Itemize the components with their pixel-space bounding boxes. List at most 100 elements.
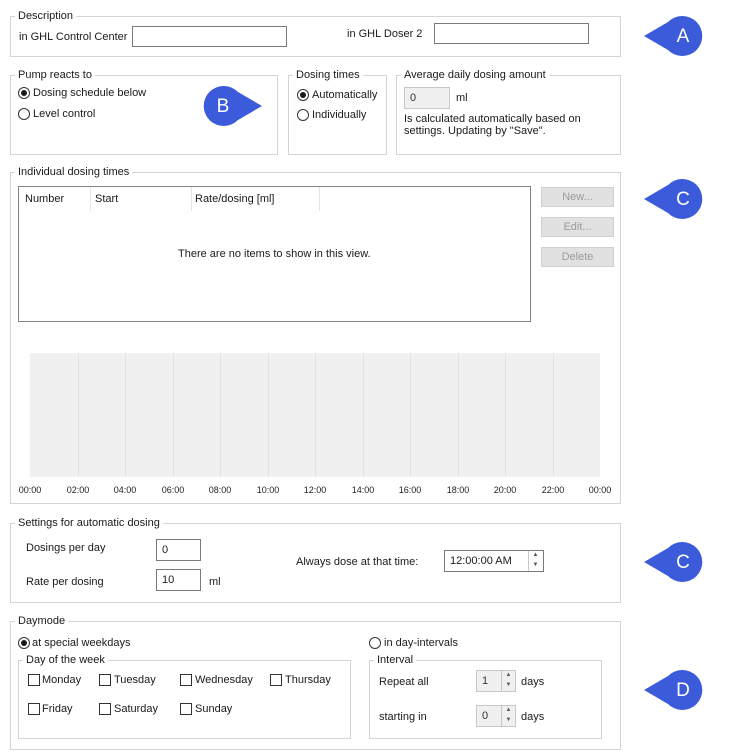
control-center-label: in GHL Control Center [19, 31, 128, 43]
timeline-tick-label: 00:00 [18, 485, 42, 495]
dosings-per-day-label: Dosings per day [26, 542, 106, 554]
checkbox-tuesday[interactable] [99, 674, 111, 686]
listview-header: Number Start Rate/dosing [ml] [19, 187, 320, 211]
timeline-tick-label: 18:00 [446, 485, 470, 495]
checkbox-monday-label[interactable]: Monday [42, 674, 81, 686]
checkbox-wednesday-label[interactable]: Wednesday [195, 674, 253, 686]
pump-legend: Pump reacts to [18, 69, 92, 81]
dosing-times-listview[interactable]: Number Start Rate/dosing [ml] There are … [18, 186, 531, 322]
average-legend: Average daily dosing amount [404, 69, 546, 81]
checkbox-saturday-label[interactable]: Saturday [114, 703, 158, 715]
radio-dosing-schedule[interactable] [18, 87, 30, 99]
daymode-legend: Daymode [18, 615, 66, 627]
radio-level-control[interactable] [18, 108, 30, 120]
spin-up-icon[interactable]: ▲ [502, 671, 515, 681]
timeline-tick-label: 20:00 [493, 485, 517, 495]
rate-per-dosing-input[interactable]: 10 [156, 569, 201, 591]
callout-c2-letter: C [676, 552, 690, 573]
timeline-gridline [125, 353, 126, 477]
spin-down-icon[interactable]: ▼ [502, 681, 515, 691]
column-header-rate[interactable]: Rate/dosing [ml] [195, 193, 274, 205]
spin-down-icon[interactable]: ▼ [502, 716, 515, 726]
timeline-gridline [220, 353, 221, 477]
timeline-tick-label: 14:00 [351, 485, 375, 495]
dosing-times-legend: Dosing times [296, 69, 360, 81]
interval-legend: Interval [377, 654, 414, 666]
auto-legend: Settings for automatic dosing [18, 517, 160, 529]
delete-button[interactable]: Delete [541, 247, 614, 267]
radio-day-intervals-label[interactable]: in day-intervals [384, 637, 458, 649]
control-center-input[interactable] [132, 26, 287, 47]
column-divider [319, 187, 320, 211]
timeline-tick-label: 16:00 [398, 485, 422, 495]
radio-dosing-schedule-label[interactable]: Dosing schedule below [33, 87, 146, 99]
callout-a: A [644, 16, 703, 57]
checkbox-monday[interactable] [28, 674, 40, 686]
callout-c1-letter: C [676, 189, 690, 210]
checkbox-thursday-label[interactable]: Thursday [285, 674, 331, 686]
individual-legend: Individual dosing times [18, 166, 130, 178]
timeline-gridline [458, 353, 459, 477]
average-group: Average daily dosing amount [396, 69, 621, 155]
radio-level-control-label[interactable]: Level control [33, 108, 95, 120]
average-note-line2: settings. Updating by "Save". [404, 125, 546, 137]
radio-special-weekdays[interactable] [18, 637, 30, 649]
timeline-tick-label: 08:00 [208, 485, 232, 495]
new-button[interactable]: New... [541, 187, 614, 207]
checkbox-sunday[interactable] [180, 703, 192, 715]
repeat-all-spinner[interactable]: ▲ ▼ [501, 671, 515, 691]
description-legend: Description [18, 10, 74, 22]
timeline-tick-label: 04:00 [113, 485, 137, 495]
doser-input[interactable] [434, 23, 589, 44]
checkbox-saturday[interactable] [99, 703, 111, 715]
starting-in-spinner[interactable]: ▲ ▼ [501, 706, 515, 726]
timeline-tick-row: 00:00 02:00 04:00 06:00 08:00 10:00 12:00 14:00… [19, 485, 612, 499]
column-header-start[interactable]: Start [95, 193, 118, 205]
edit-button[interactable]: Edit... [541, 217, 614, 237]
timeline-gridline [505, 353, 506, 477]
checkbox-friday-label[interactable]: Friday [42, 703, 73, 715]
timeline-tick-label: 12:00 [303, 485, 327, 495]
callout-c2: C [644, 542, 703, 582]
radio-special-weekdays-label[interactable]: at special weekdays [32, 637, 130, 649]
spin-up-icon[interactable]: ▲ [502, 706, 515, 716]
repeat-all-unit: days [521, 676, 545, 688]
spin-down-icon[interactable]: ▼ [529, 561, 542, 571]
timeline-tick-label: 10:00 [256, 485, 280, 495]
dosing-timeline-chart [30, 353, 600, 477]
radio-automatically[interactable] [297, 89, 309, 101]
radio-day-intervals[interactable] [369, 637, 381, 649]
radio-automatically-label[interactable]: Automatically [312, 89, 377, 101]
column-divider [191, 187, 192, 211]
spin-up-icon[interactable]: ▲ [529, 551, 542, 561]
checkbox-tuesday-label[interactable]: Tuesday [114, 674, 156, 686]
callout-c1: C [644, 179, 703, 219]
checkbox-thursday[interactable] [270, 674, 282, 686]
timeline-gridline [173, 353, 174, 477]
timeline-tick-label: 22:00 [541, 485, 565, 495]
timeline-gridline [410, 353, 411, 477]
callout-d-letter: D [676, 680, 690, 701]
checkbox-wednesday[interactable] [180, 674, 192, 686]
dosings-per-day-input[interactable]: 0 [156, 539, 201, 561]
column-header-number[interactable]: Number [25, 193, 64, 205]
rate-per-dosing-label: Rate per dosing [26, 576, 104, 588]
timeline-gridline [363, 353, 364, 477]
doser-label: in GHL Doser 2 [347, 28, 423, 40]
dose-time-spinner[interactable]: ▲ ▼ [528, 551, 542, 571]
callout-b-letter: B [217, 96, 230, 117]
day-of-week-legend: Day of the week [26, 654, 105, 666]
timeline-gridline [553, 353, 554, 477]
timeline-gridline [78, 353, 79, 477]
radio-individually-label[interactable]: Individually [312, 109, 366, 121]
column-divider [90, 187, 91, 211]
timeline-gridline [315, 353, 316, 477]
checkbox-friday[interactable] [28, 703, 40, 715]
rate-unit: ml [209, 576, 221, 588]
timeline-tick-label: 02:00 [66, 485, 90, 495]
timeline-gridline [268, 353, 269, 477]
average-value-field: 0 [404, 87, 450, 109]
radio-individually[interactable] [297, 109, 309, 121]
checkbox-sunday-label[interactable]: Sunday [195, 703, 232, 715]
starting-in-unit: days [521, 711, 545, 723]
